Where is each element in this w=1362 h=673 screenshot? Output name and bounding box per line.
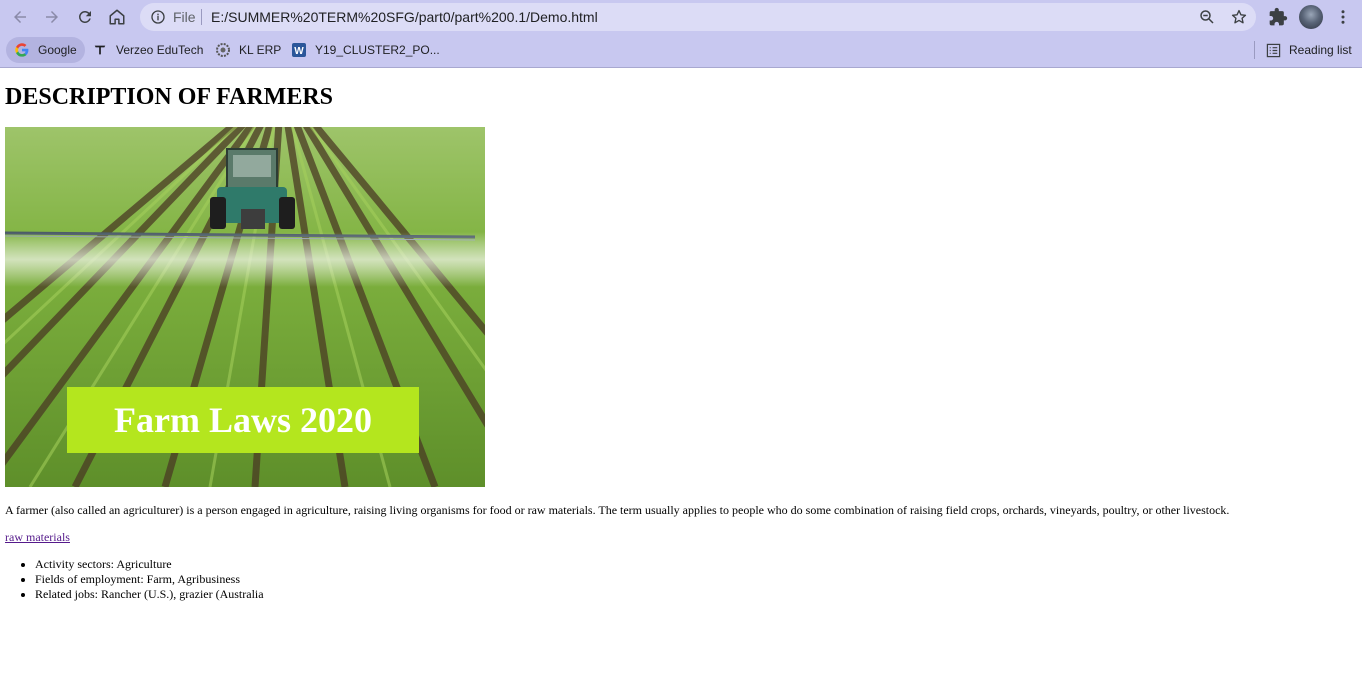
reading-list-button[interactable]: Reading list	[1265, 37, 1352, 63]
arrow-left-icon	[14, 11, 26, 23]
bookmark-label: Y19_CLUSTER2_PO...	[315, 43, 440, 57]
address-bar[interactable]: File E:/SUMMER%20TERM%20SFG/part0/part%2…	[140, 3, 1256, 31]
list-item: Fields of employment: Farm, Agribusiness	[35, 572, 264, 587]
reading-list-label: Reading list	[1289, 43, 1352, 57]
back-button[interactable]	[8, 5, 32, 29]
bookmark-verzeo[interactable]: Verzeo EduTech	[92, 37, 203, 63]
bookmark-label: Google	[38, 43, 77, 57]
bookmark-kl-erp[interactable]: KL ERP	[215, 37, 281, 63]
forward-button[interactable]	[40, 5, 64, 29]
image-banner-text: Farm Laws 2020	[114, 400, 372, 440]
url-text[interactable]: E:/SUMMER%20TERM%20SFG/part0/part%200.1/…	[211, 9, 598, 25]
scheme-label: File	[173, 9, 196, 25]
reload-icon	[78, 10, 91, 23]
verzeo-icon	[92, 42, 108, 58]
bookmark-y19-cluster[interactable]: W Y19_CLUSTER2_PO...	[291, 37, 440, 63]
home-button[interactable]	[105, 5, 129, 29]
bookmarks-bar: Google Verzeo EduTech KL ERP W Y19_CLUST…	[0, 34, 1362, 68]
bookmark-star-icon[interactable]	[1230, 8, 1248, 26]
bookmark-google[interactable]: Google	[6, 37, 85, 63]
page-heading: DESCRIPTION OF FARMERS	[5, 84, 334, 110]
reading-list-icon	[1265, 42, 1281, 58]
bookmark-label: Verzeo EduTech	[116, 43, 204, 57]
bookmark-label: KL ERP	[239, 43, 282, 57]
farmer-description: A farmer (also called an agriculturer) i…	[5, 503, 1230, 517]
zoom-icon[interactable]	[1198, 8, 1216, 26]
page-content: DESCRIPTION OF FARMERS Farm Laws 2020 A …	[0, 68, 1362, 673]
info-icon[interactable]	[150, 9, 166, 25]
home-icon	[109, 9, 125, 25]
address-separator	[201, 9, 202, 25]
kl-erp-icon	[215, 42, 231, 58]
extensions-puzzle-icon[interactable]	[1268, 7, 1288, 27]
google-icon	[14, 42, 30, 58]
profile-avatar[interactable]	[1299, 5, 1323, 29]
bookmarks-separator	[1254, 41, 1255, 59]
arrow-right-icon	[46, 11, 58, 23]
reload-button[interactable]	[73, 5, 97, 29]
raw-materials-link[interactable]: raw materials	[5, 530, 70, 544]
kebab-menu-icon[interactable]	[1334, 7, 1352, 27]
browser-toolbar: File E:/SUMMER%20TERM%20SFG/part0/part%2…	[0, 0, 1362, 34]
farm-field-image: Farm Laws 2020	[5, 127, 485, 487]
facts-list: Activity sectors: Agriculture Fields of …	[0, 557, 264, 602]
word-doc-icon: W	[291, 42, 307, 58]
list-item: Activity sectors: Agriculture	[35, 557, 264, 572]
list-item: Related jobs: Rancher (U.S.), grazier (A…	[35, 587, 264, 602]
svg-text:W: W	[294, 46, 304, 57]
